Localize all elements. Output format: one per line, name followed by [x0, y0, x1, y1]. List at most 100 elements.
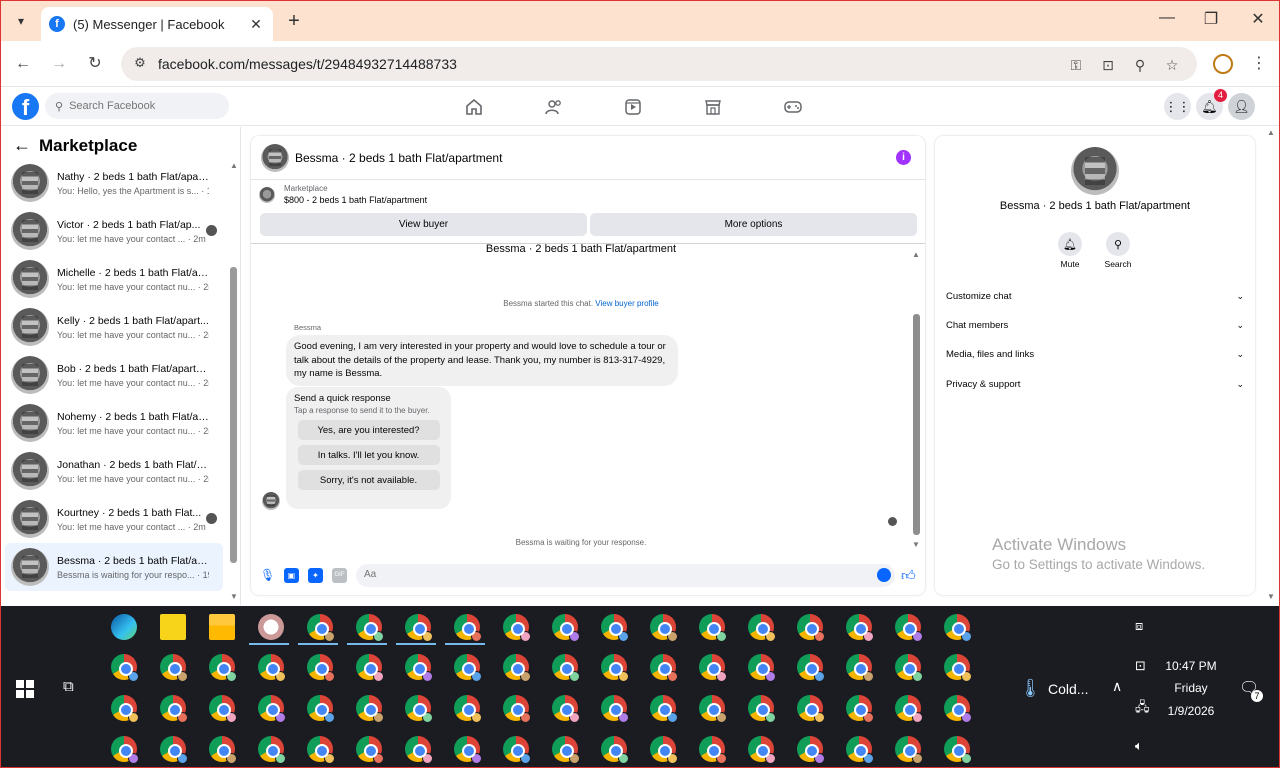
- quick-reply-not-available-button[interactable]: Sorry, it's not available.: [297, 470, 440, 490]
- conversation-item[interactable]: Jonathan · 2 beds 1 bath Flat/a... You: l…: [5, 447, 223, 495]
- chrome-profile-icon[interactable]: [797, 614, 825, 642]
- chrome-profile-icon[interactable]: [405, 654, 433, 682]
- search-icon[interactable]: ⚲: [1106, 232, 1130, 256]
- chrome-profile-icon[interactable]: [111, 736, 139, 764]
- conversation-item[interactable]: Bessma · 2 beds 1 bath Flat/apa... Bessma…: [5, 543, 223, 591]
- chrome-profile-icon[interactable]: [405, 614, 433, 642]
- friends-icon[interactable]: [544, 97, 564, 117]
- chrome-profile-icon[interactable]: [846, 614, 874, 642]
- chrome-profile-icon[interactable]: [503, 736, 531, 764]
- weather-text[interactable]: Cold...: [1048, 681, 1088, 697]
- chat-scroll-down-icon[interactable]: ▼: [912, 540, 920, 549]
- conversation-item[interactable]: Kelly · 2 beds 1 bath Flat/apart... You: …: [5, 303, 223, 351]
- chrome-profile-icon[interactable]: [748, 654, 776, 682]
- chrome-profile-icon[interactable]: [209, 695, 237, 723]
- meet-now-icon[interactable]: ⊡: [1135, 658, 1146, 674]
- volume-icon[interactable]: 🔈︎: [1135, 738, 1143, 754]
- info-icon[interactable]: i: [896, 150, 911, 165]
- chrome-profile-icon[interactable]: [160, 695, 188, 723]
- chrome-profile-icon[interactable]: [944, 654, 972, 682]
- conversation-item[interactable]: Victor · 2 beds 1 bath Flat/ap... You: le…: [5, 207, 223, 255]
- back-arrow-icon[interactable]: ←: [13, 135, 33, 156]
- minimize-button[interactable]: —: [1155, 9, 1179, 27]
- chrome-profile-icon[interactable]: [748, 695, 776, 723]
- marketplace-icon[interactable]: [703, 97, 723, 117]
- chrome-profile-icon[interactable]: [797, 695, 825, 723]
- chrome-profile-icon[interactable]: [650, 614, 678, 642]
- emoji-icon[interactable]: [877, 568, 891, 582]
- chrome-profile-icon[interactable]: [699, 736, 727, 764]
- home-icon[interactable]: [464, 97, 484, 117]
- install-app-icon[interactable]: ⊡: [1098, 55, 1118, 75]
- chrome-profile-icon[interactable]: [650, 736, 678, 764]
- chrome-profile-icon[interactable]: [552, 654, 580, 682]
- conversation-item[interactable]: Kourtney · 2 beds 1 bath Flat... You: let…: [5, 495, 223, 543]
- chrome-profile-icon[interactable]: [405, 736, 433, 764]
- view-buyer-profile-link[interactable]: View buyer profile: [595, 299, 658, 308]
- like-thumbs-up-icon[interactable]: 👍︎: [901, 567, 916, 584]
- chrome-profile-icon[interactable]: [307, 695, 335, 723]
- video-icon[interactable]: [623, 97, 643, 117]
- bell-icon[interactable]: 🔔︎: [1058, 232, 1082, 256]
- chrome-profile-icon[interactable]: [748, 614, 776, 642]
- chrome-profile-icon[interactable]: [111, 654, 139, 682]
- chrome-profile-icon[interactable]: [503, 695, 531, 723]
- chrome-profile-icon[interactable]: [895, 736, 923, 764]
- chat-title[interactable]: Bessma · 2 beds 1 bath Flat/apartment: [295, 151, 502, 165]
- chrome-profile-icon[interactable]: [503, 654, 531, 682]
- chrome-profile-icon[interactable]: [552, 695, 580, 723]
- profile-avatar-icon[interactable]: [1213, 54, 1233, 74]
- chrome-profile-icon[interactable]: [601, 736, 629, 764]
- chrome-profile-icon[interactable]: [552, 736, 580, 764]
- chrome-profile-icon[interactable]: [846, 736, 874, 764]
- chrome-profile-icon[interactable]: [944, 614, 972, 642]
- close-window-button[interactable]: ✕: [1246, 9, 1270, 29]
- chrome-profile-icon[interactable]: [895, 654, 923, 682]
- chrome-profile-icon[interactable]: [601, 654, 629, 682]
- chrome-profile-icon[interactable]: [209, 654, 237, 682]
- quick-reply-yes-button[interactable]: Yes, are you interested?: [297, 420, 440, 440]
- facebook-logo-icon[interactable]: f: [12, 93, 39, 120]
- scroll-down-arrow-icon[interactable]: ▼: [230, 592, 238, 601]
- chrome-profile-icon[interactable]: [601, 614, 629, 642]
- quick-reply-in-talks-button[interactable]: In talks. I'll let you know.: [297, 445, 440, 465]
- zoom-icon[interactable]: ⚲: [1130, 55, 1150, 75]
- network-icon[interactable]: 🖧︎: [1135, 698, 1150, 720]
- page-scroll-down-icon[interactable]: ▼: [1267, 592, 1275, 601]
- chrome-profile-icon[interactable]: [356, 695, 384, 723]
- chrome-profile-icon[interactable]: [454, 695, 482, 723]
- message-input[interactable]: [364, 569, 864, 580]
- conversation-item[interactable]: Nohemy · 2 beds 1 bath Flat/ap... You: le…: [5, 399, 223, 447]
- gaming-icon[interactable]: [783, 97, 803, 117]
- task-view-icon[interactable]: ⧉: [63, 678, 74, 695]
- chrome-profile-icon[interactable]: [699, 695, 727, 723]
- chrome-profile-icon[interactable]: [454, 654, 482, 682]
- forward-button[interactable]: →: [48, 53, 70, 75]
- sticky-notes-icon[interactable]: [160, 614, 186, 640]
- edge-browser-icon[interactable]: [111, 614, 137, 640]
- chrome-profile-icon[interactable]: [650, 654, 678, 682]
- file-explorer-icon[interactable]: [209, 614, 235, 640]
- more-options-button[interactable]: More options: [590, 213, 917, 236]
- show-hidden-icons-chevron-icon[interactable]: ∧: [1112, 678, 1122, 695]
- reload-button[interactable]: ↻: [84, 53, 106, 75]
- chrome-profile-icon[interactable]: [895, 695, 923, 723]
- windows-start-icon[interactable]: [16, 680, 34, 698]
- media-files-row[interactable]: Media, files and links ⌄: [946, 349, 1244, 360]
- details-avatar[interactable]: [1071, 147, 1119, 195]
- url-text[interactable]: facebook.com/messages/t/2948493271448873…: [158, 56, 457, 72]
- chrome-profile-icon[interactable]: [797, 654, 825, 682]
- chrome-profile-icon[interactable]: [454, 736, 482, 764]
- bookmark-star-icon[interactable]: ☆: [1162, 55, 1182, 75]
- chrome-profile-icon[interactable]: [307, 614, 335, 642]
- conversation-item[interactable]: Bob · 2 beds 1 bath Flat/apartm... You: l…: [5, 351, 223, 399]
- chrome-profile-icon[interactable]: [258, 736, 286, 764]
- chrome-profile-icon[interactable]: [454, 614, 482, 642]
- conversation-item[interactable]: Nathy · 2 beds 1 bath Flat/apar... You: H…: [5, 159, 223, 207]
- chrome-profile-icon[interactable]: [503, 614, 531, 642]
- restore-button[interactable]: ❐: [1199, 9, 1223, 29]
- chrome-profile-icon[interactable]: [356, 614, 384, 642]
- new-tab-button[interactable]: +: [283, 10, 305, 32]
- sender-avatar[interactable]: [262, 492, 280, 510]
- account-avatar-icon[interactable]: 👤︎: [1228, 93, 1255, 120]
